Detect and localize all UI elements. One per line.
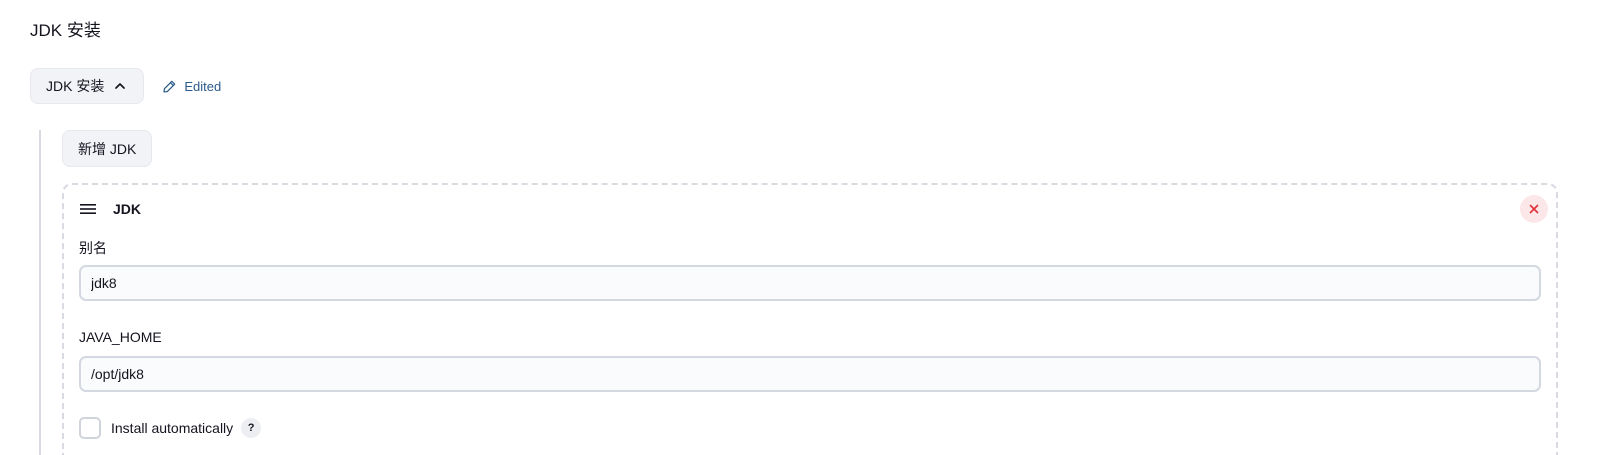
add-jdk-button[interactable]: 新增 JDK: [62, 130, 153, 167]
section-title: JDK 安装: [30, 21, 101, 40]
java-home-input[interactable]: [79, 356, 1541, 392]
alias-label: 别名: [79, 240, 107, 256]
chevron-up-icon: [113, 79, 127, 93]
java-home-label: JAVA_HOME: [79, 329, 162, 345]
toggle-row: JDK 安装 Edited: [30, 68, 221, 104]
card-header: JDK: [80, 201, 141, 217]
jdk-card: JDK 别名 JAVA_HOME Install automatically ?: [62, 183, 1558, 455]
install-automatically-label[interactable]: Install automatically: [111, 420, 233, 436]
close-icon: [1529, 204, 1539, 214]
drag-handle-icon[interactable]: [80, 203, 96, 215]
card-title: JDK: [113, 201, 142, 217]
jdk-installations-toggle-button[interactable]: JDK 安装: [30, 68, 145, 104]
edited-status: Edited: [162, 79, 221, 94]
install-automatically-row: Install automatically ?: [79, 417, 262, 439]
delete-jdk-button[interactable]: [1520, 195, 1548, 223]
pencil-icon: [162, 79, 177, 94]
edited-label: Edited: [184, 78, 222, 94]
jdk-installations-page: JDK 安装 JDK 安装 Edited 新增 JDK JDK 别名 jdk8 …: [0, 0, 1608, 455]
help-icon[interactable]: ?: [241, 418, 262, 438]
toggle-label: JDK 安装: [46, 78, 105, 94]
alias-input[interactable]: [79, 265, 1541, 301]
install-automatically-checkbox[interactable]: [79, 417, 101, 439]
indent-bar: [39, 130, 41, 455]
